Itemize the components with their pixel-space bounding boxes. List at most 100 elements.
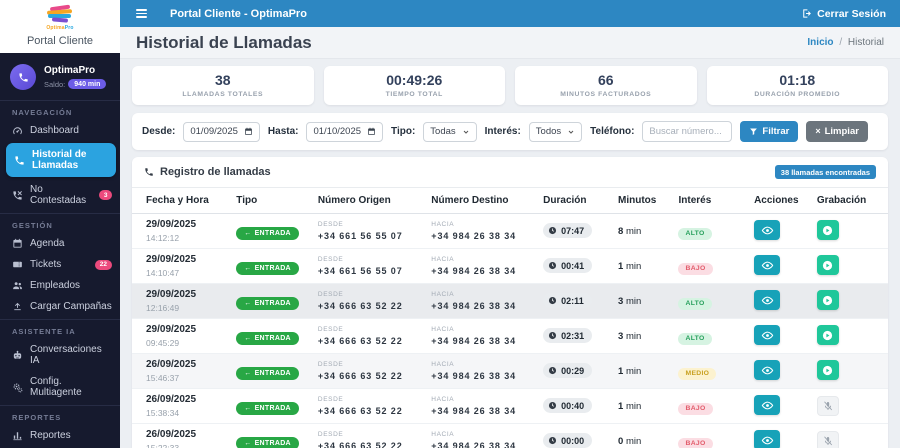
desde-label: Desde: — [142, 126, 176, 137]
phone-missed-icon — [12, 190, 23, 201]
call-log-card: Registro de llamadas 38 llamadas encontr… — [132, 157, 888, 448]
origin-number: +34 661 56 55 07 — [317, 231, 403, 241]
sidebar-item-cargar-campanas[interactable]: Cargar Campañas — [0, 296, 120, 317]
stat-value: 00:49:26 — [386, 72, 443, 88]
column-header-numero-destino: Número Destino — [425, 188, 538, 214]
play-recording-button[interactable] — [816, 325, 839, 346]
filtrar-button[interactable]: Filtrar — [740, 121, 799, 142]
column-header-duracion: Duración — [537, 188, 613, 214]
phone-icon — [145, 168, 153, 176]
play-recording-button[interactable] — [816, 290, 839, 311]
sidebar-item-config-multiagente[interactable]: Config. Multiagente — [0, 371, 120, 403]
incoming-arrow-icon: ← — [244, 440, 252, 447]
dest-label: HACIA — [431, 396, 455, 403]
telefono-label: Teléfono: — [590, 126, 635, 137]
origin-number: +34 666 63 52 22 — [317, 301, 403, 311]
chart-icon — [12, 430, 23, 441]
origin-number: +34 666 63 52 22 — [317, 406, 403, 416]
sidebar-item-no-contestadas[interactable]: No Contestadas 3 — [0, 179, 120, 211]
sidebar-item-label: Empleados — [30, 280, 81, 291]
sidebar-section: Navegación Dashboard Historial de Llamad… — [0, 100, 120, 213]
duration-value: 07:47 — [561, 225, 585, 236]
calendar-icon — [12, 238, 23, 249]
desde-date-input[interactable]: 01/09/2025 — [183, 121, 260, 142]
table-header-row: Fecha y Hora Tipo Número Origen Número Dest… — [132, 188, 888, 214]
play-recording-button[interactable] — [816, 220, 839, 241]
sidebar-item-label: Historial de Llamadas — [32, 149, 87, 171]
sidebar-item-dashboard[interactable]: Dashboard — [0, 120, 120, 141]
sidebar-section-label: Reportes — [12, 413, 62, 422]
sidebar-item-tickets[interactable]: Tickets 22 — [0, 254, 120, 275]
table-row: 29/09/2025 12:16:49 ← ENTRADA DESDE +34 … — [132, 283, 888, 319]
limpiar-button[interactable]: × Limpiar — [806, 121, 868, 142]
call-time: 15:46:37 — [146, 373, 180, 383]
interest-badge: ALTO — [678, 227, 712, 240]
interes-select[interactable]: Todos — [528, 121, 583, 142]
sidebar-item-empleados[interactable]: Empleados — [0, 275, 120, 296]
minutes-unit: min — [625, 225, 642, 237]
call-date: 29/09/2025 — [146, 254, 197, 265]
breadcrumb-home-link[interactable]: Inicio — [807, 37, 833, 48]
minutes-unit: min — [625, 400, 642, 412]
chevron-down-icon — [463, 130, 469, 134]
telefono-search-input[interactable] — [642, 121, 733, 142]
stat-card: 38 Llamadas Totales — [132, 66, 314, 105]
duration-badge: 00:40 — [543, 398, 593, 413]
call-date: 29/09/2025 — [146, 324, 197, 335]
duration-value: 00:29 — [561, 365, 585, 376]
call-type-badge: ← ENTRADA — [236, 227, 299, 240]
minutes-value: 1 — [618, 400, 624, 412]
minutes-unit: min — [625, 435, 642, 447]
play-recording-button[interactable] — [816, 255, 839, 276]
origin-label: DESDE — [317, 256, 344, 263]
duration-value: 00:00 — [561, 435, 585, 446]
stat-value: 01:18 — [779, 72, 816, 88]
play-icon — [823, 365, 833, 375]
sidebar-section: Reportes Reportes — [0, 405, 120, 448]
limpiar-label: Limpiar — [824, 126, 859, 137]
sidebar-section-label: Gestión — [12, 221, 53, 230]
duration-badge: 07:47 — [543, 223, 593, 238]
interest-badge: ALTO — [678, 332, 712, 345]
stat-label: Minutos Facturados — [560, 91, 652, 98]
column-header-acciones: Acciones — [748, 188, 811, 214]
interest-badge: MEDIO — [678, 367, 717, 380]
sidebar-item-conversaciones-ia[interactable]: Conversaciones IA — [0, 339, 120, 371]
optimapro-logo-icon — [43, 4, 77, 23]
call-time: 15:22:33 — [146, 443, 180, 448]
results-count-badge: 38 llamadas encontradas — [774, 165, 876, 179]
duration-badge: 00:41 — [543, 258, 593, 273]
view-call-button[interactable] — [754, 255, 781, 276]
logout-button[interactable]: Cerrar Sesión — [801, 8, 886, 20]
view-call-button[interactable] — [754, 220, 781, 241]
sidebar-item-badge: 22 — [94, 259, 112, 270]
minutes-unit: min — [625, 295, 642, 307]
tipo-select[interactable]: Todas — [423, 121, 477, 142]
view-call-button[interactable] — [754, 325, 781, 346]
topbar: Portal Cliente - OptimaPro Cerrar Sesión — [120, 0, 900, 27]
tipo-label: Tipo: — [391, 126, 416, 137]
clock-icon — [549, 366, 557, 375]
menu-toggle-button[interactable] — [134, 7, 149, 20]
sidebar-item-reportes[interactable]: Reportes — [0, 425, 120, 446]
clock-icon — [549, 226, 557, 235]
origin-label: DESDE — [317, 326, 344, 333]
stat-card: 66 Minutos Facturados — [515, 66, 697, 105]
clock-icon — [549, 331, 557, 340]
table-row: 26/09/2025 15:46:37 ← ENTRADA DESDE +34 … — [132, 353, 888, 389]
sidebar-item-agenda[interactable]: Agenda — [0, 233, 120, 254]
mic-off-icon — [823, 435, 832, 445]
view-call-button[interactable] — [754, 360, 781, 381]
view-call-button[interactable] — [754, 430, 781, 448]
logo-wordmark: OptimaPro — [46, 25, 74, 31]
eye-icon — [761, 401, 773, 410]
hasta-date-input[interactable]: 01/10/2025 — [306, 121, 384, 142]
saldo: Saldo: 940 min — [44, 79, 107, 89]
sidebar-item-historial-de-llamadas[interactable]: Historial de Llamadas — [6, 143, 116, 177]
play-icon — [823, 260, 833, 270]
stat-label: Duración Promedio — [754, 91, 841, 98]
minutes-value: 8 — [618, 225, 624, 237]
view-call-button[interactable] — [754, 290, 781, 311]
play-recording-button[interactable] — [816, 360, 839, 381]
view-call-button[interactable] — [754, 395, 781, 416]
